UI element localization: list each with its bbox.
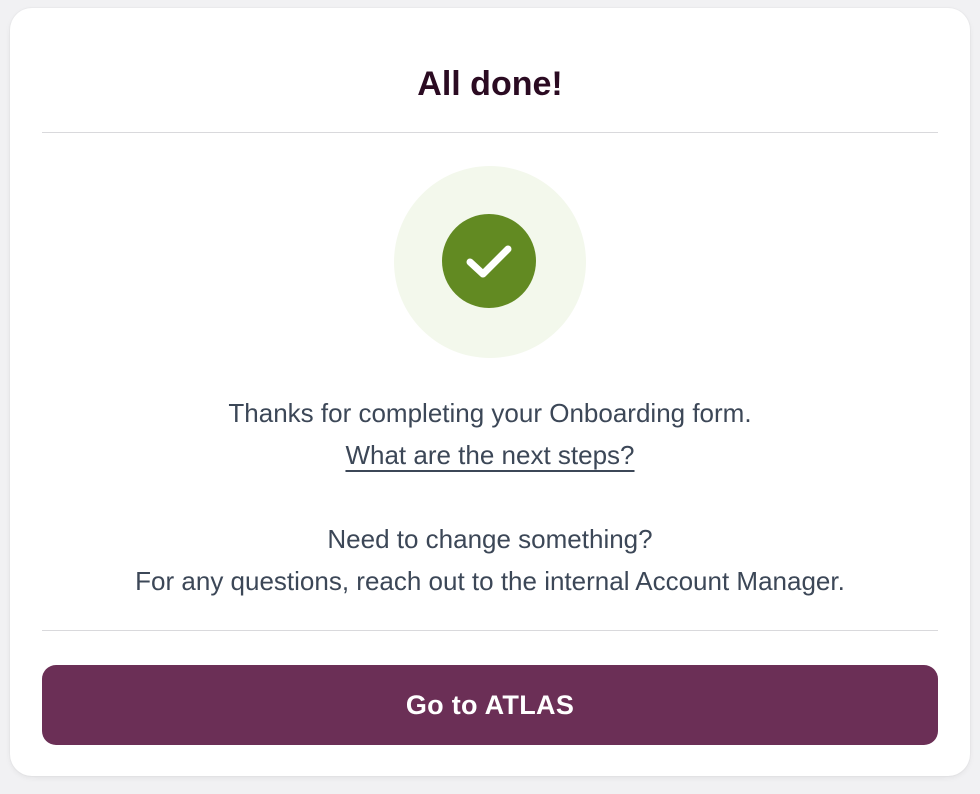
- completion-card: All done! Thanks for completing your Onb…: [10, 8, 970, 776]
- page-title: All done!: [417, 65, 563, 103]
- change-prompt: Need to change something?: [327, 524, 653, 554]
- thanks-message: Thanks for completing your Onboarding fo…: [228, 398, 752, 428]
- success-halo: [394, 166, 586, 358]
- contact-message: For any questions, reach out to the inte…: [135, 566, 845, 596]
- checkmark-icon: [466, 245, 512, 278]
- footer-divider: [42, 630, 938, 631]
- next-steps-line: What are the next steps?: [10, 439, 970, 471]
- next-steps-link[interactable]: What are the next steps?: [345, 440, 634, 470]
- header-divider: [42, 132, 938, 133]
- go-to-atlas-button[interactable]: Go to ATLAS: [42, 665, 938, 745]
- check-circle-icon: [442, 214, 536, 308]
